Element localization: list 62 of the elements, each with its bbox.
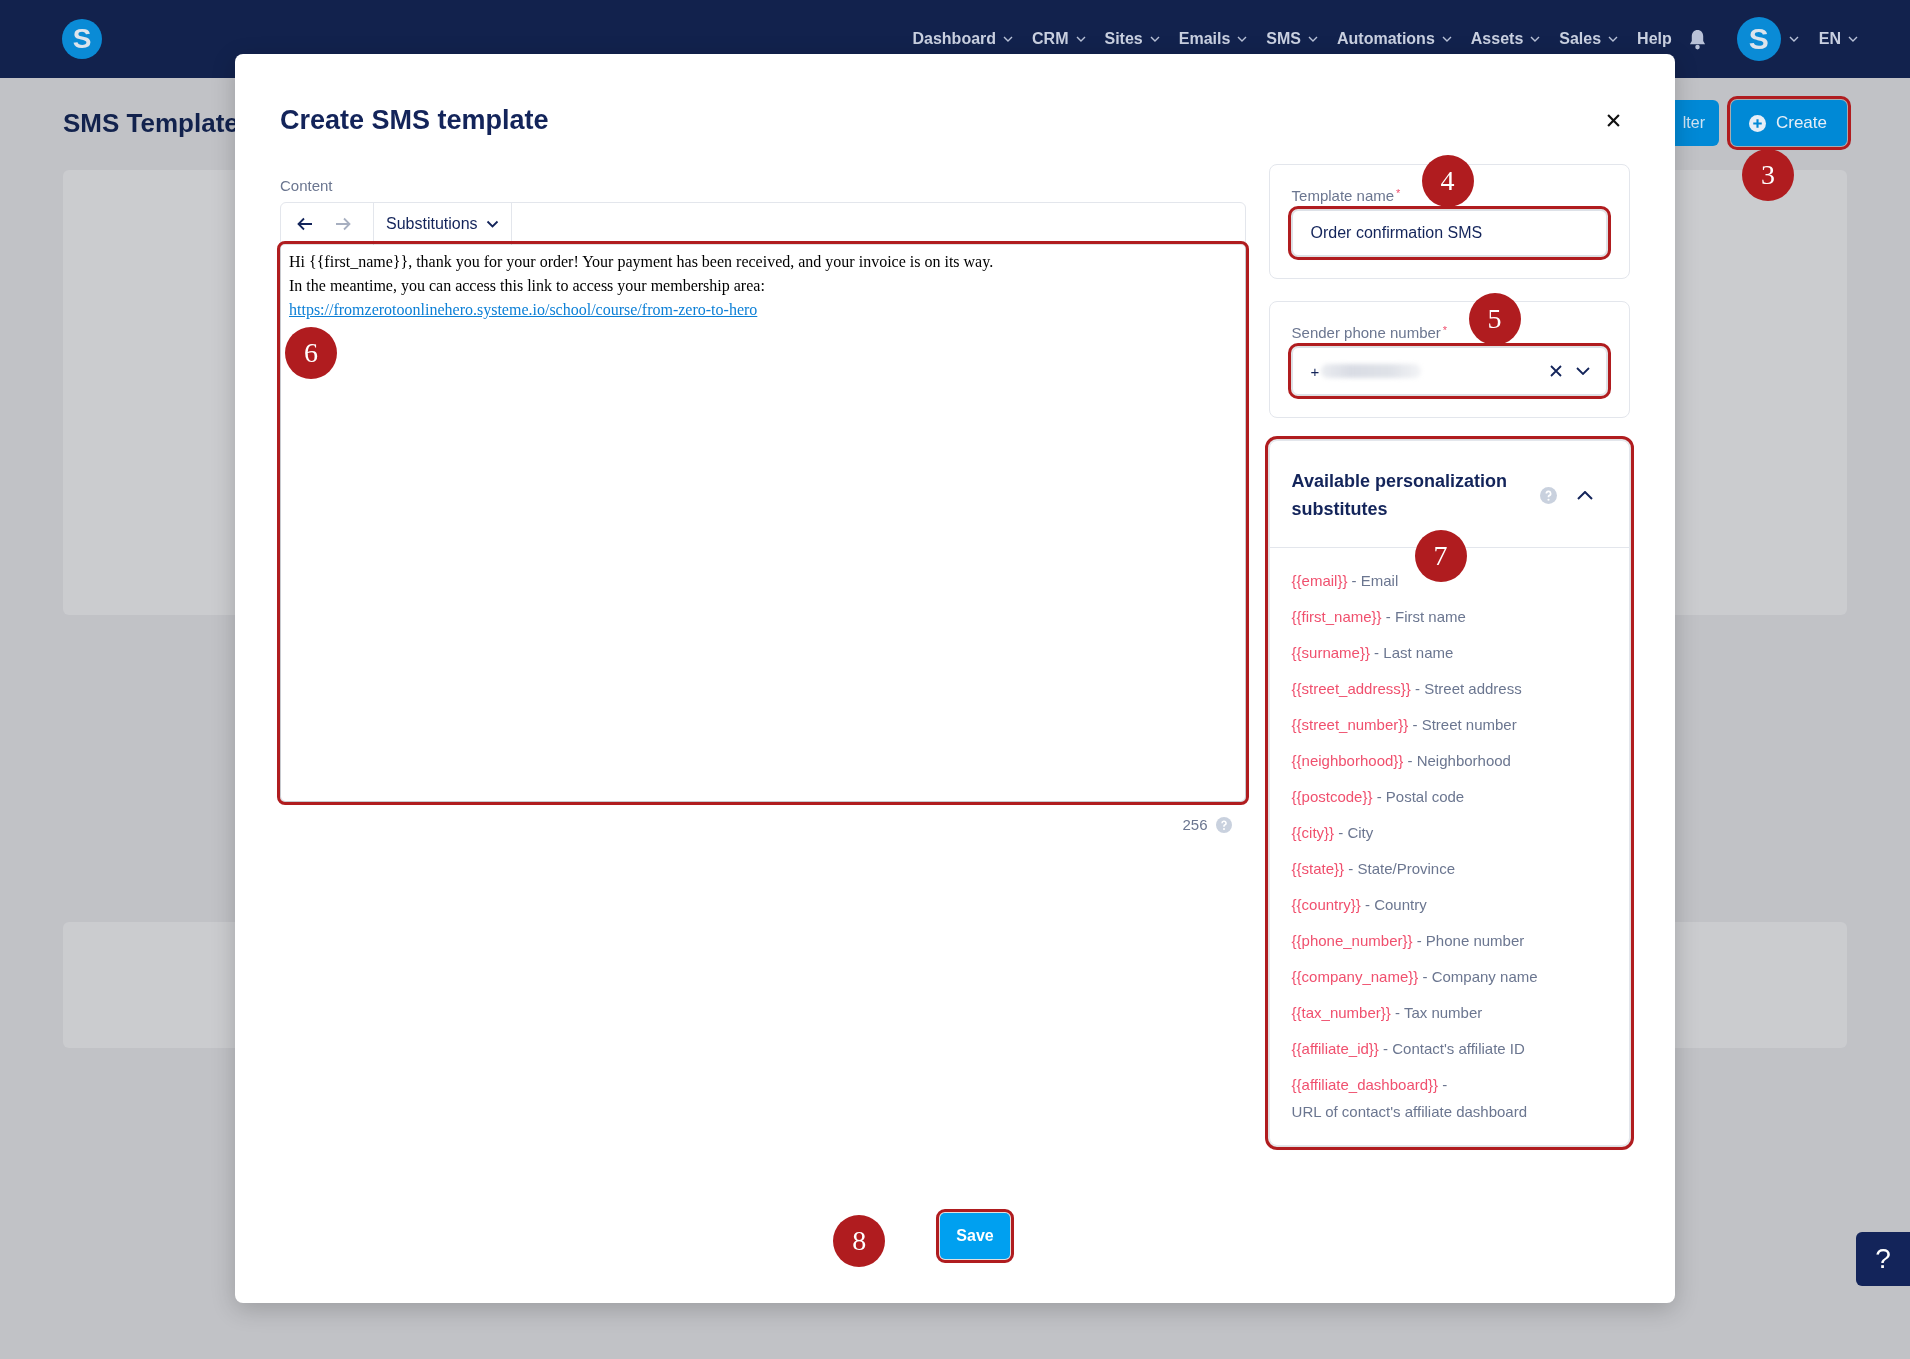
caret-icon	[1441, 36, 1452, 42]
substitutions-dropdown[interactable]: Substitutions	[374, 203, 511, 245]
modal-title: Create SMS template	[280, 104, 549, 136]
nav-menu-item[interactable]: Automations	[1337, 30, 1452, 48]
nav-menu-item[interactable]: Assets	[1470, 30, 1541, 48]
substitute-item[interactable]: {{surname}} - Last name	[1291, 634, 1592, 670]
caret-icon	[1075, 36, 1086, 42]
substitute-item[interactable]: {{company_name}} - Company name	[1291, 958, 1592, 994]
help-button[interactable]: ?	[1856, 1232, 1910, 1286]
caret-icon	[1308, 36, 1318, 42]
nav-menu-item[interactable]: Dashboard	[912, 30, 1014, 48]
field-label: Template name*	[1291, 187, 1402, 204]
caret-icon	[1848, 36, 1858, 42]
caret-icon	[1003, 36, 1014, 42]
plus-circle-icon	[1748, 114, 1766, 132]
substitute-item[interactable]: {{city}} - City	[1291, 814, 1592, 850]
nav-menu-item[interactable]: CRM	[1032, 30, 1086, 48]
substitute-item[interactable]: {{tax_number}} - Tax number	[1291, 994, 1592, 1030]
caret-icon	[1149, 36, 1160, 42]
substitute-item[interactable]: {{street_number}} - Street number	[1291, 706, 1592, 742]
caret-icon	[1237, 36, 1248, 42]
annotation-marker: 6	[285, 327, 337, 379]
panel-title: Available personalization substitutes	[1291, 470, 1508, 521]
annotation-marker: 5	[1468, 293, 1521, 345]
nav-menu-item[interactable]: Sites	[1104, 30, 1160, 48]
nav-menu-item[interactable]: SMS	[1266, 30, 1318, 48]
chevron-down-icon[interactable]	[1576, 367, 1590, 375]
substitute-item[interactable]: {{neighborhood}} - Neighborhood	[1291, 742, 1592, 778]
substitute-item[interactable]: {{state}} - State/Province	[1291, 850, 1592, 886]
caret-icon	[485, 220, 499, 228]
nav-menu-item[interactable]: Sales	[1559, 30, 1619, 48]
substitute-item[interactable]: {{postcode}} - Postal code	[1291, 778, 1592, 814]
field-label: Sender phone number*	[1291, 324, 1449, 341]
message-text: In the meantime, you can access this link to access your membership area:	[289, 276, 766, 297]
caret-icon[interactable]	[1788, 36, 1799, 42]
caret-icon	[1608, 36, 1619, 42]
message-link[interactable]: https://fromzerotoonlinehero.systeme.io/school/course/from-zero-to-hero	[289, 301, 758, 318]
character-count: 256	[1182, 816, 1208, 833]
substitute-item[interactable]: {{first_name}} - First name	[1291, 598, 1592, 634]
substitute-item[interactable]: {{affiliate_id}} - Contact's affiliate ID	[1291, 1030, 1592, 1066]
message-text: Hi {{first_name}}, thank you for your order! Your payment has been received, and your invoice is on its way.	[289, 252, 995, 273]
caret-icon	[1530, 36, 1541, 42]
annotation-marker: 8	[833, 1215, 886, 1267]
nav-menu-item[interactable]: Help	[1637, 30, 1672, 48]
chevron-up-icon[interactable]	[1577, 490, 1593, 500]
bell-icon[interactable]	[1687, 28, 1707, 50]
user-avatar[interactable]: S	[1736, 17, 1781, 61]
substitute-item[interactable]: {{country}} - Country	[1291, 886, 1592, 922]
field-label: Content	[280, 177, 334, 194]
undo-icon[interactable]	[297, 217, 313, 231]
page-title: SMS Template	[63, 107, 239, 139]
substitute-item[interactable]: {{street_address}} - Street address	[1291, 670, 1592, 706]
substitute-item[interactable]: {{phone_number}} - Phone number	[1291, 922, 1592, 958]
language-menu[interactable]: EN	[1818, 30, 1858, 48]
close-icon[interactable]	[1607, 113, 1620, 127]
logo[interactable]: S	[62, 19, 102, 59]
annotation-marker: 4	[1421, 155, 1474, 207]
clear-icon[interactable]	[1550, 365, 1562, 377]
phone-value: +	[1310, 362, 1320, 380]
nav-menu-item[interactable]: Emails	[1178, 30, 1248, 48]
annotation-marker: 7	[1414, 530, 1467, 582]
substitute-item[interactable]: {{affiliate_dashboard}} - URL of contact's affiliate dashboard	[1291, 1066, 1592, 1129]
